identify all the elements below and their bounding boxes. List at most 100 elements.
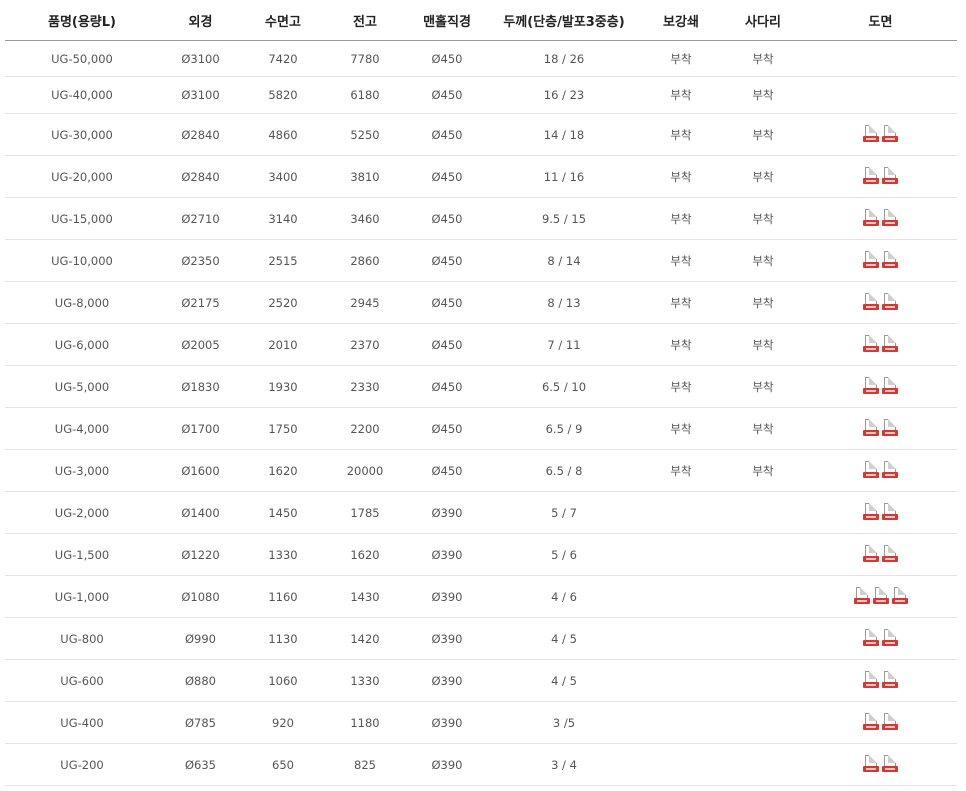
cell-drawings xyxy=(804,617,957,660)
cell-ladder: 부착 xyxy=(722,449,804,492)
pdf-file-icon[interactable] xyxy=(882,166,898,184)
cell-thickness: 18 / 26 xyxy=(488,40,640,77)
cell-manhole-diameter: Ø450 xyxy=(406,113,488,156)
pdf-file-icon[interactable] xyxy=(863,670,879,688)
cell-manhole-diameter: Ø390 xyxy=(406,617,488,660)
pdf-file-icon[interactable] xyxy=(882,292,898,310)
cell-name: UG-1,000 xyxy=(5,575,159,618)
header-ladder: 사다리 xyxy=(722,0,804,41)
cell-manhole-diameter: Ø450 xyxy=(406,281,488,324)
pdf-file-icon[interactable] xyxy=(853,586,870,604)
cell-drawings xyxy=(804,575,957,618)
cell-total-height: 6180 xyxy=(324,76,406,114)
cell-drawings xyxy=(804,197,957,240)
pdf-file-icon[interactable] xyxy=(863,544,879,562)
pdf-file-icon[interactable] xyxy=(863,376,879,394)
cell-manhole-diameter: Ø390 xyxy=(406,743,488,786)
table-row: UG-1,000 Ø1080 1160 1430 Ø390 4 / 6 xyxy=(5,575,957,618)
pdf-file-icon[interactable] xyxy=(882,712,898,730)
pdf-file-icon[interactable] xyxy=(882,544,898,562)
pdf-file-icon[interactable] xyxy=(882,628,898,646)
cell-water-height: 2010 xyxy=(242,323,324,366)
cell-outer-diameter: Ø1400 xyxy=(159,491,242,534)
pdf-file-icon[interactable] xyxy=(863,166,879,184)
cell-drawings xyxy=(804,155,957,198)
cell-water-height: 1450 xyxy=(242,491,324,534)
cell-water-height: 7420 xyxy=(242,40,324,77)
pdf-file-icon[interactable] xyxy=(863,124,879,142)
table-row: UG-1,500 Ø1220 1330 1620 Ø390 5 / 6 xyxy=(5,533,957,576)
cell-drawings xyxy=(804,491,957,534)
pdf-file-icon[interactable] xyxy=(882,208,898,226)
cell-manhole-diameter: Ø390 xyxy=(406,701,488,744)
cell-reinforcement: 부착 xyxy=(640,155,722,198)
cell-outer-diameter: Ø3100 xyxy=(159,40,242,77)
cell-ladder: 부착 xyxy=(722,155,804,198)
table-row: UG-2,000 Ø1400 1450 1785 Ø390 5 / 7 xyxy=(5,491,957,534)
pdf-file-icon[interactable] xyxy=(863,418,879,436)
cell-ladder: 부착 xyxy=(722,365,804,408)
cell-outer-diameter: Ø2840 xyxy=(159,155,242,198)
pdf-file-icon[interactable] xyxy=(882,334,898,352)
cell-name: UG-4,000 xyxy=(5,407,159,450)
pdf-file-icon[interactable] xyxy=(882,460,898,478)
cell-outer-diameter: Ø2840 xyxy=(159,113,242,156)
pdf-file-icon[interactable] xyxy=(891,586,908,604)
table-row: UG-600 Ø880 1060 1330 Ø390 4 / 5 xyxy=(5,659,957,702)
pdf-file-icon[interactable] xyxy=(863,334,879,352)
cell-manhole-diameter: Ø450 xyxy=(406,239,488,282)
pdf-file-icon[interactable] xyxy=(863,292,879,310)
cell-total-height: 2860 xyxy=(324,239,406,282)
table-row: UG-10,000 Ø2350 2515 2860 Ø450 8 / 14 부착 부착 xyxy=(5,239,957,282)
cell-reinforcement xyxy=(640,533,722,576)
pdf-file-icon[interactable] xyxy=(863,208,879,226)
cell-reinforcement xyxy=(640,575,722,618)
drawing-links xyxy=(863,292,898,310)
header-outer-diameter: 외경 xyxy=(159,0,242,41)
cell-thickness: 5 / 7 xyxy=(488,491,640,534)
cell-manhole-diameter: Ø390 xyxy=(406,491,488,534)
header-manhole-diameter: 맨홀직경 xyxy=(406,0,488,41)
table-row: UG-400 Ø785 920 1180 Ø390 3 /5 xyxy=(5,701,957,744)
cell-reinforcement: 부착 xyxy=(640,40,722,77)
cell-water-height: 1930 xyxy=(242,365,324,408)
cell-ladder xyxy=(722,659,804,702)
pdf-file-icon[interactable] xyxy=(863,712,879,730)
cell-water-height: 1620 xyxy=(242,449,324,492)
cell-name: UG-40,000 xyxy=(5,76,159,114)
cell-drawings xyxy=(804,743,957,786)
cell-water-height: 650 xyxy=(242,743,324,786)
cell-ladder: 부착 xyxy=(722,281,804,324)
cell-thickness: 6.5 / 10 xyxy=(488,365,640,408)
pdf-file-icon[interactable] xyxy=(863,460,879,478)
pdf-file-icon[interactable] xyxy=(882,250,898,268)
pdf-file-icon[interactable] xyxy=(882,754,898,772)
cell-total-height: 1430 xyxy=(324,575,406,618)
pdf-file-icon[interactable] xyxy=(882,376,898,394)
cell-name: UG-6,000 xyxy=(5,323,159,366)
pdf-file-icon[interactable] xyxy=(872,586,889,604)
cell-reinforcement: 부착 xyxy=(640,449,722,492)
pdf-file-icon[interactable] xyxy=(882,502,898,520)
pdf-file-icon[interactable] xyxy=(882,124,898,142)
pdf-file-icon[interactable] xyxy=(863,754,879,772)
cell-manhole-diameter: Ø450 xyxy=(406,365,488,408)
cell-thickness: 9.5 / 15 xyxy=(488,197,640,240)
cell-outer-diameter: Ø785 xyxy=(159,701,242,744)
pdf-file-icon[interactable] xyxy=(863,502,879,520)
drawing-links xyxy=(863,712,898,730)
cell-outer-diameter: Ø2350 xyxy=(159,239,242,282)
cell-outer-diameter: Ø635 xyxy=(159,743,242,786)
cell-total-height: 1420 xyxy=(324,617,406,660)
pdf-file-icon[interactable] xyxy=(863,628,879,646)
pdf-file-icon[interactable] xyxy=(882,418,898,436)
cell-thickness: 8 / 13 xyxy=(488,281,640,324)
cell-water-height: 1060 xyxy=(242,659,324,702)
pdf-file-icon[interactable] xyxy=(863,250,879,268)
cell-thickness: 7 / 11 xyxy=(488,323,640,366)
drawing-links xyxy=(863,460,898,478)
cell-total-height: 825 xyxy=(324,743,406,786)
cell-reinforcement xyxy=(640,659,722,702)
pdf-file-icon[interactable] xyxy=(882,670,898,688)
cell-drawings xyxy=(804,449,957,492)
